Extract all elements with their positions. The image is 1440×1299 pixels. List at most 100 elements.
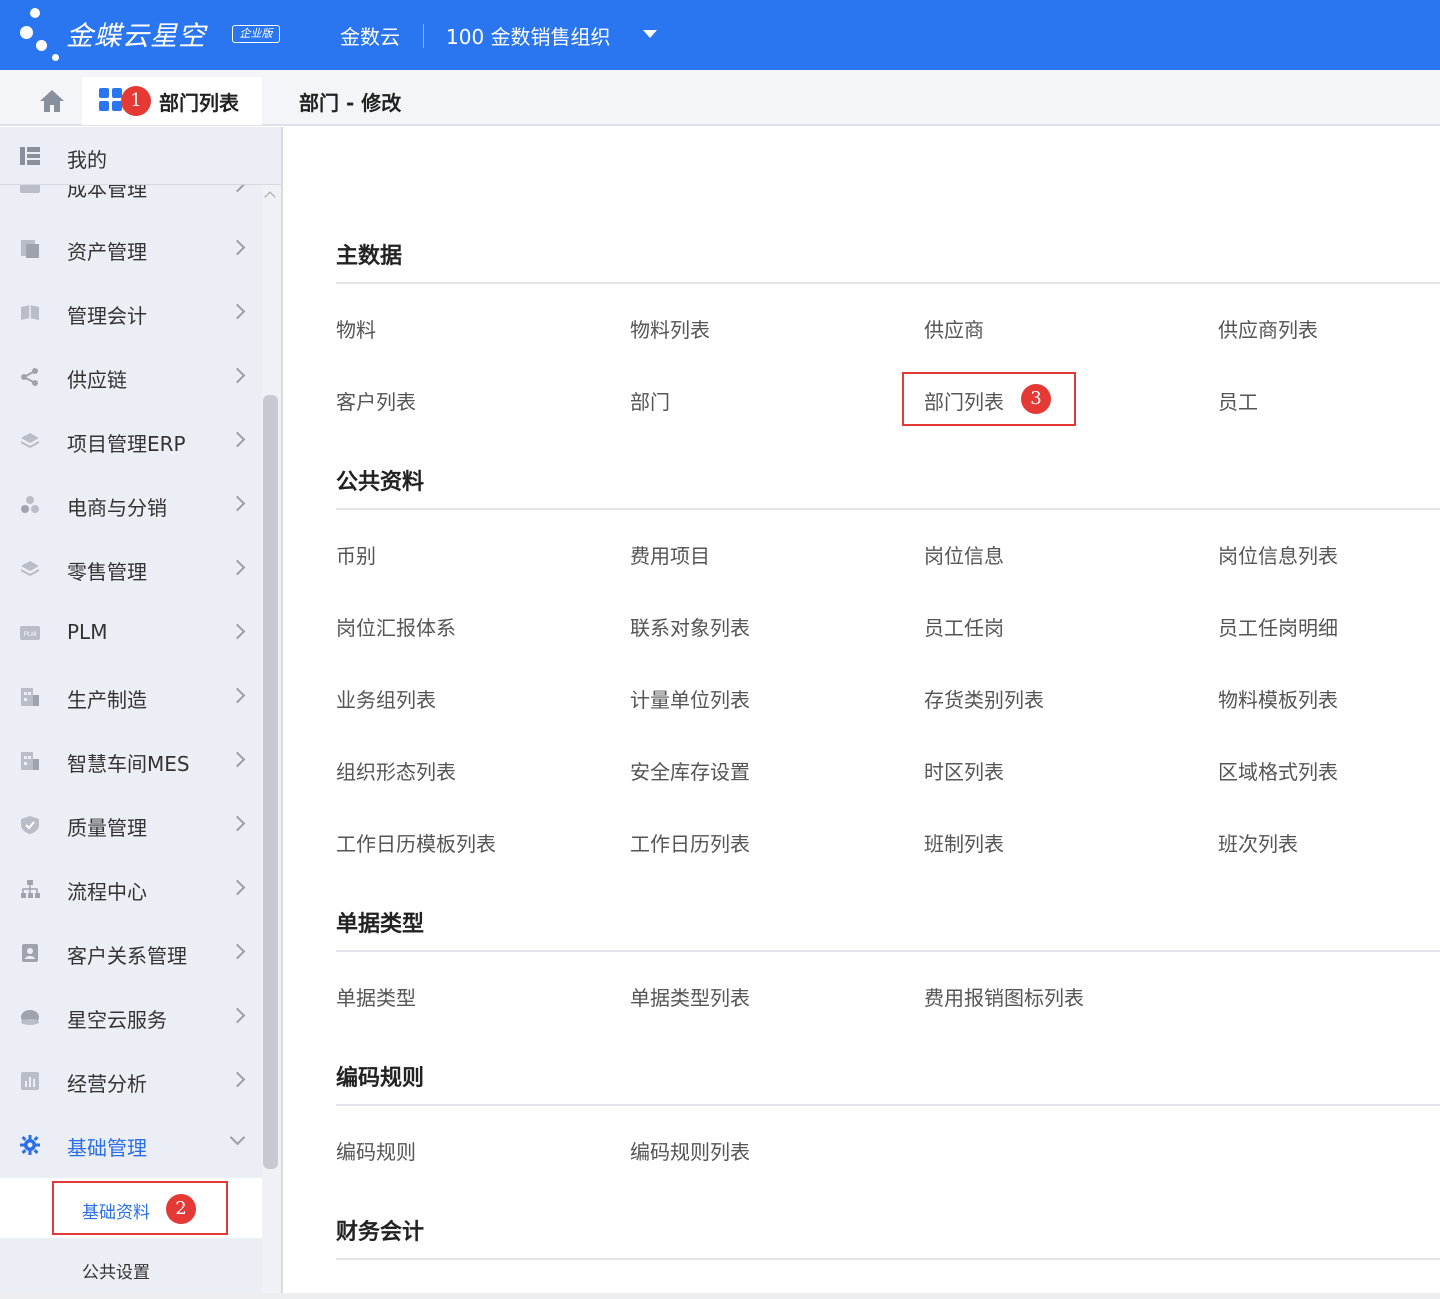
sidebar-divider — [281, 127, 283, 1299]
header-divider — [423, 24, 424, 48]
menu-link[interactable]: 班制列表 — [924, 828, 1004, 857]
menu-link[interactable]: 安全库存设置 — [630, 756, 750, 785]
menu-link[interactable]: 币别 — [336, 540, 376, 569]
sidebar-item-label: 基础管理 — [67, 1136, 147, 1160]
menu-link[interactable]: 费用报销图标列表 — [924, 982, 1084, 1011]
sidebar-item[interactable]: 资产管理 — [0, 218, 262, 282]
sidebar-item-label: 项目管理ERP — [67, 432, 186, 456]
step-badge-3: 3 — [1021, 384, 1051, 414]
sidebar-item-cost[interactable]: 成本管理 — [0, 185, 262, 205]
menu-link[interactable]: 业务组列表 — [336, 684, 436, 713]
menu-link[interactable]: 班次列表 — [1218, 828, 1298, 857]
sidebar-my-favorites[interactable] — [0, 127, 281, 185]
menu-link[interactable]: 费用项目 — [630, 540, 710, 569]
sidebar-item[interactable]: 经营分析 — [0, 1050, 262, 1114]
sidebar-item-label: 资产管理 — [67, 240, 147, 264]
flow-icon — [21, 880, 40, 898]
sidebar-item-label: 质量管理 — [67, 816, 147, 840]
sidebar-item[interactable]: 电商与分销 — [0, 474, 262, 538]
chevron-right-icon — [229, 559, 246, 576]
sidebar-item[interactable]: 项目管理ERP — [0, 410, 262, 474]
edition-badge: 企业版 — [232, 25, 280, 43]
sidebar-subitem-public-settings[interactable]: 公共设置 — [82, 1258, 150, 1283]
layers-icon — [20, 561, 40, 577]
menu-link[interactable]: 岗位汇报体系 — [336, 612, 456, 641]
menu-link[interactable]: 单据类型 — [336, 982, 416, 1011]
chevron-right-icon — [229, 1071, 246, 1088]
tenant-selector[interactable]: 金数云 — [340, 21, 400, 50]
chevron-right-icon — [229, 303, 246, 320]
tab-department-edit[interactable]: 部门 - 修改 — [299, 87, 401, 116]
step-badge-2: 2 — [166, 1194, 196, 1224]
section-title: 财务会计 — [336, 1220, 425, 1245]
logo-icon — [18, 4, 64, 64]
menu-link[interactable]: 员工任岗 — [924, 612, 1004, 641]
menu-link[interactable]: 存货类别列表 — [924, 684, 1044, 713]
menu-link[interactable]: 供应商 — [924, 314, 984, 343]
menu-link[interactable]: 岗位信息 — [924, 540, 1004, 569]
sidebar-item[interactable]: 生产制造 — [0, 666, 262, 730]
menu-link[interactable]: 工作日历模板列表 — [336, 828, 496, 857]
share-icon — [21, 368, 38, 386]
menu-link[interactable]: 员工任岗明细 — [1218, 612, 1338, 641]
sidebar-item[interactable]: 流程中心 — [0, 858, 262, 922]
scrollbar-thumb[interactable] — [263, 395, 278, 1169]
sidebar-item[interactable]: PLM PLM — [0, 602, 262, 666]
chevron-right-icon — [229, 239, 246, 256]
layers-icon — [20, 433, 40, 449]
chevron-down-icon[interactable] — [643, 30, 657, 38]
menu-link[interactable]: 物料 — [336, 314, 376, 343]
book-icon — [21, 305, 39, 320]
menu-link[interactable]: 单据类型列表 — [630, 982, 750, 1011]
chevron-right-icon — [229, 495, 246, 512]
menu-link[interactable]: 区域格式列表 — [1218, 756, 1338, 785]
sidebar-item[interactable]: 星空云服务 — [0, 986, 262, 1050]
sidebar-item[interactable]: 供应链 — [0, 346, 262, 410]
chevron-right-icon — [229, 1007, 246, 1024]
sidebar-item[interactable]: 管理会计 — [0, 282, 262, 346]
sidebar-item-label: 管理会计 — [67, 304, 147, 328]
menu-link[interactable]: 工作日历列表 — [630, 828, 750, 857]
menu-link[interactable]: 岗位信息列表 — [1218, 540, 1338, 569]
section-divider — [336, 508, 1440, 510]
menu-link[interactable]: 计量单位列表 — [630, 684, 750, 713]
menu-link[interactable]: 物料列表 — [630, 314, 710, 343]
menu-link[interactable]: 组织形态列表 — [336, 756, 456, 785]
sidebar-item[interactable]: 零售管理 — [0, 538, 262, 602]
chevron-right-icon — [229, 879, 246, 896]
chevron-right-icon — [229, 751, 246, 768]
sidebar-item[interactable]: 基础管理 — [0, 1114, 262, 1178]
org-selector[interactable]: 100 金数销售组织 — [446, 21, 611, 50]
cluster-icon — [21, 496, 39, 513]
menu-link[interactable]: 联系对象列表 — [630, 612, 750, 641]
menu-link[interactable]: 编码规则 — [336, 1136, 416, 1165]
cloud-icon — [21, 1010, 39, 1025]
menu-link[interactable]: 时区列表 — [924, 756, 1004, 785]
sidebar-item[interactable]: 质量管理 — [0, 794, 262, 858]
menu-link[interactable]: 供应商列表 — [1218, 314, 1318, 343]
sidebar-item[interactable]: 智慧车间MES — [0, 730, 262, 794]
cost-icon — [20, 185, 40, 193]
menu-link[interactable]: 部门 — [630, 386, 670, 415]
shield-icon — [21, 816, 39, 834]
sidebar-item-label: 零售管理 — [67, 560, 147, 584]
sidebar-item-label: 星空云服务 — [67, 1008, 167, 1032]
tab-label[interactable]: 部门列表 — [159, 87, 239, 116]
plm-icon: PLM — [20, 626, 40, 640]
section-divider — [336, 1104, 1440, 1106]
sidebar-item[interactable]: 客户关系管理 — [0, 922, 262, 986]
step-badge-1: 1 — [121, 86, 151, 116]
menu-link[interactable]: 编码规则列表 — [630, 1136, 750, 1165]
contact-icon — [22, 944, 38, 962]
bottom-edge — [0, 1293, 1440, 1299]
chevron-right-icon — [229, 367, 246, 384]
menu-link[interactable]: 客户列表 — [336, 386, 416, 415]
chevron-right-icon — [229, 943, 246, 960]
chevron-right-icon — [229, 431, 246, 448]
sidebar-subitem-label[interactable]: 基础资料 — [82, 1198, 150, 1223]
menu-link[interactable]: 物料模板列表 — [1218, 684, 1338, 713]
asset-icon — [21, 240, 39, 258]
gear-icon — [20, 1135, 40, 1155]
home-icon[interactable] — [38, 88, 66, 114]
menu-link[interactable]: 员工 — [1218, 386, 1258, 415]
